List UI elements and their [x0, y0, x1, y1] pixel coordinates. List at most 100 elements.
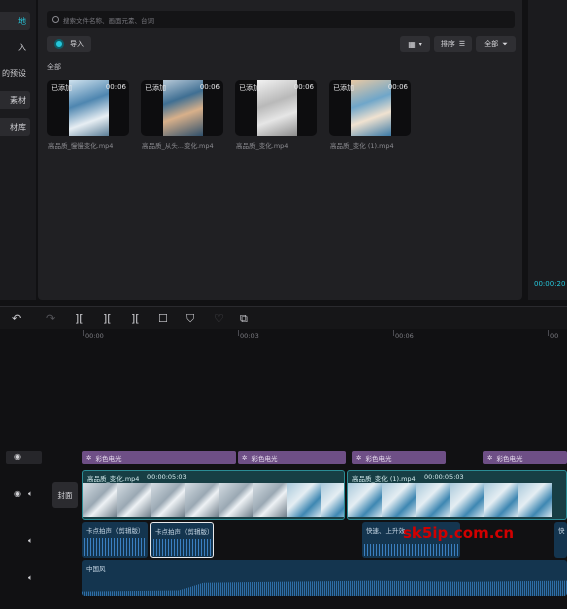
search-icon [52, 16, 59, 23]
added-badge: 已添加 [333, 84, 354, 92]
effect-track-header[interactable]: ◉ [6, 451, 42, 464]
heart-icon[interactable]: ♡ [214, 312, 224, 325]
video-frame [185, 483, 219, 517]
sidebar-item-material[interactable]: 素材 [0, 91, 30, 109]
filter-label: 全部 [484, 40, 499, 48]
ruler-label: 00 [550, 332, 559, 340]
media-item[interactable]: 已添加 00:06 [47, 80, 129, 136]
effect-clip[interactable]: ✲ 彩色电光 [483, 451, 567, 464]
filter-button[interactable]: 全部 ⏷ [476, 36, 516, 52]
duration-label: 00:06 [105, 83, 126, 91]
media-item[interactable]: 已添加 00:06 [235, 80, 317, 136]
sidebar-item-label: 材库 [10, 122, 26, 132]
waveform [364, 544, 458, 556]
video-clip[interactable]: 高品质_变化.mp4 00:00:05:03 [82, 470, 345, 520]
added-badge: 已添加 [145, 84, 166, 92]
split-icon[interactable]: ][ [75, 312, 84, 325]
ruler-label: 00:00 [85, 332, 104, 340]
video-frame [151, 483, 185, 517]
trim-left-icon[interactable]: ][ [103, 312, 112, 325]
video-track-header[interactable]: ◉ 🔈︎ [6, 488, 42, 502]
audio-track-header[interactable]: 🔈︎ [6, 535, 42, 548]
audio-clip[interactable]: 卡点拍声（剪辑版） [82, 522, 148, 558]
effect-icon: ✲ [86, 453, 92, 462]
grid-icon: ▦ [408, 39, 416, 49]
ruler-label: 00:03 [240, 332, 259, 340]
sidebar-item-library[interactable]: 材库 [0, 118, 30, 136]
blue-dragon-thumbnail [351, 80, 391, 136]
audio-clip-selected[interactable]: 卡点拍声（剪辑版） [150, 522, 214, 558]
warrior-thumbnail [163, 80, 203, 136]
import-radio-icon [54, 39, 64, 49]
dragon-thumbnail [69, 80, 109, 136]
volume-icon[interactable]: 🔈︎ [28, 536, 33, 546]
effect-clip[interactable]: ✲ 彩色电光 [352, 451, 446, 464]
effect-label: 彩色电光 [496, 454, 523, 463]
left-sidebar: 地 入 的预设 素材 材库 [0, 0, 36, 300]
redo-icon[interactable]: ↷ [46, 312, 55, 325]
video-frame [219, 483, 253, 517]
watermark: sk5ip.com.cn [403, 524, 515, 542]
sidebar-item-local[interactable]: 地 [0, 12, 30, 30]
effect-clip[interactable]: ✲ 彩色电光 [82, 451, 236, 464]
import-label: 导入 [70, 40, 84, 48]
effect-label: 彩色电光 [251, 454, 278, 463]
audio-label: 快 [558, 527, 565, 535]
effect-label: 彩色电光 [365, 454, 392, 463]
clip-duration: 00:00:05:03 [147, 473, 187, 481]
music-track-header[interactable]: 🔈︎ [6, 572, 42, 585]
clip-name: 高品质_变化.mp4 [87, 475, 140, 483]
white-snake-thumbnail [257, 80, 297, 136]
media-filename: 高品质_变化.mp4 [236, 142, 289, 150]
view-mode-button[interactable]: ▦ ▾ [400, 36, 430, 52]
video-frame [484, 483, 518, 517]
player-panel: 00:00:20 [528, 0, 567, 300]
sort-label: 排序 [440, 40, 455, 48]
effect-label: 彩色电光 [95, 454, 122, 463]
search-placeholder: 搜索文件名称、画面元素、台词 [63, 16, 154, 25]
trim-right-icon[interactable]: ][ [131, 312, 140, 325]
video-clip[interactable]: 高品质_变化 (1).mp4 00:00:05:03 [347, 470, 567, 520]
audio-label: 卡点拍声（剪辑版） [155, 528, 214, 536]
shield-icon[interactable]: ⛉ [186, 312, 194, 326]
audio-clip[interactable]: 快 [554, 522, 567, 558]
timeline-toolbar [0, 306, 567, 329]
audio-label: 卡点拍声（剪辑版） [86, 527, 145, 535]
added-badge: 已添加 [239, 84, 260, 92]
sort-button[interactable]: 排序 ☰ [434, 36, 472, 52]
chevron-down-icon: ▾ [418, 40, 422, 48]
sidebar-item-label: 地 [18, 16, 26, 26]
video-frame [416, 483, 450, 517]
cover-button[interactable]: 封面 [52, 482, 78, 508]
player-timecode: 00:00:20 [534, 280, 566, 288]
media-filename: 高品质_从头...变化.mp4 [142, 142, 214, 150]
video-frame [348, 483, 382, 517]
sidebar-item-presets[interactable]: 的预设 [0, 64, 30, 82]
eye-icon[interactable]: ◉ [14, 489, 21, 498]
sidebar-item-label: 的预设 [2, 68, 26, 78]
undo-icon[interactable]: ↶ [12, 312, 21, 325]
effect-clip[interactable]: ✲ 彩色电光 [238, 451, 346, 464]
music-label: 中国风 [86, 565, 106, 573]
waveform [153, 539, 211, 556]
timeline-ruler: 00:00 00:03 00:06 00 [80, 330, 567, 344]
music-clip[interactable]: 中国风 [82, 560, 567, 596]
video-frame [253, 483, 287, 517]
sidebar-item-import[interactable]: 入 [0, 38, 30, 56]
eye-icon[interactable]: ◉ [14, 452, 21, 461]
video-frame [382, 483, 416, 517]
sidebar-item-label: 素材 [10, 95, 26, 105]
import-button[interactable]: 导入 [47, 36, 91, 52]
ruler-label: 00:06 [395, 332, 414, 340]
delete-icon[interactable]: ☐ [158, 312, 168, 325]
search-input[interactable]: 搜索文件名称、画面元素、台词 [47, 11, 515, 28]
video-frame [450, 483, 484, 517]
media-item[interactable]: 已添加 00:06 [141, 80, 223, 136]
media-item[interactable]: 已添加 00:06 [329, 80, 411, 136]
effect-icon: ✲ [487, 453, 493, 462]
screenshot-icon[interactable]: ⧉ [240, 312, 248, 326]
volume-icon[interactable]: 🔈︎ [28, 489, 33, 499]
sidebar-item-label: 入 [18, 42, 26, 52]
added-badge: 已添加 [51, 84, 72, 92]
volume-icon[interactable]: 🔈︎ [28, 573, 33, 583]
